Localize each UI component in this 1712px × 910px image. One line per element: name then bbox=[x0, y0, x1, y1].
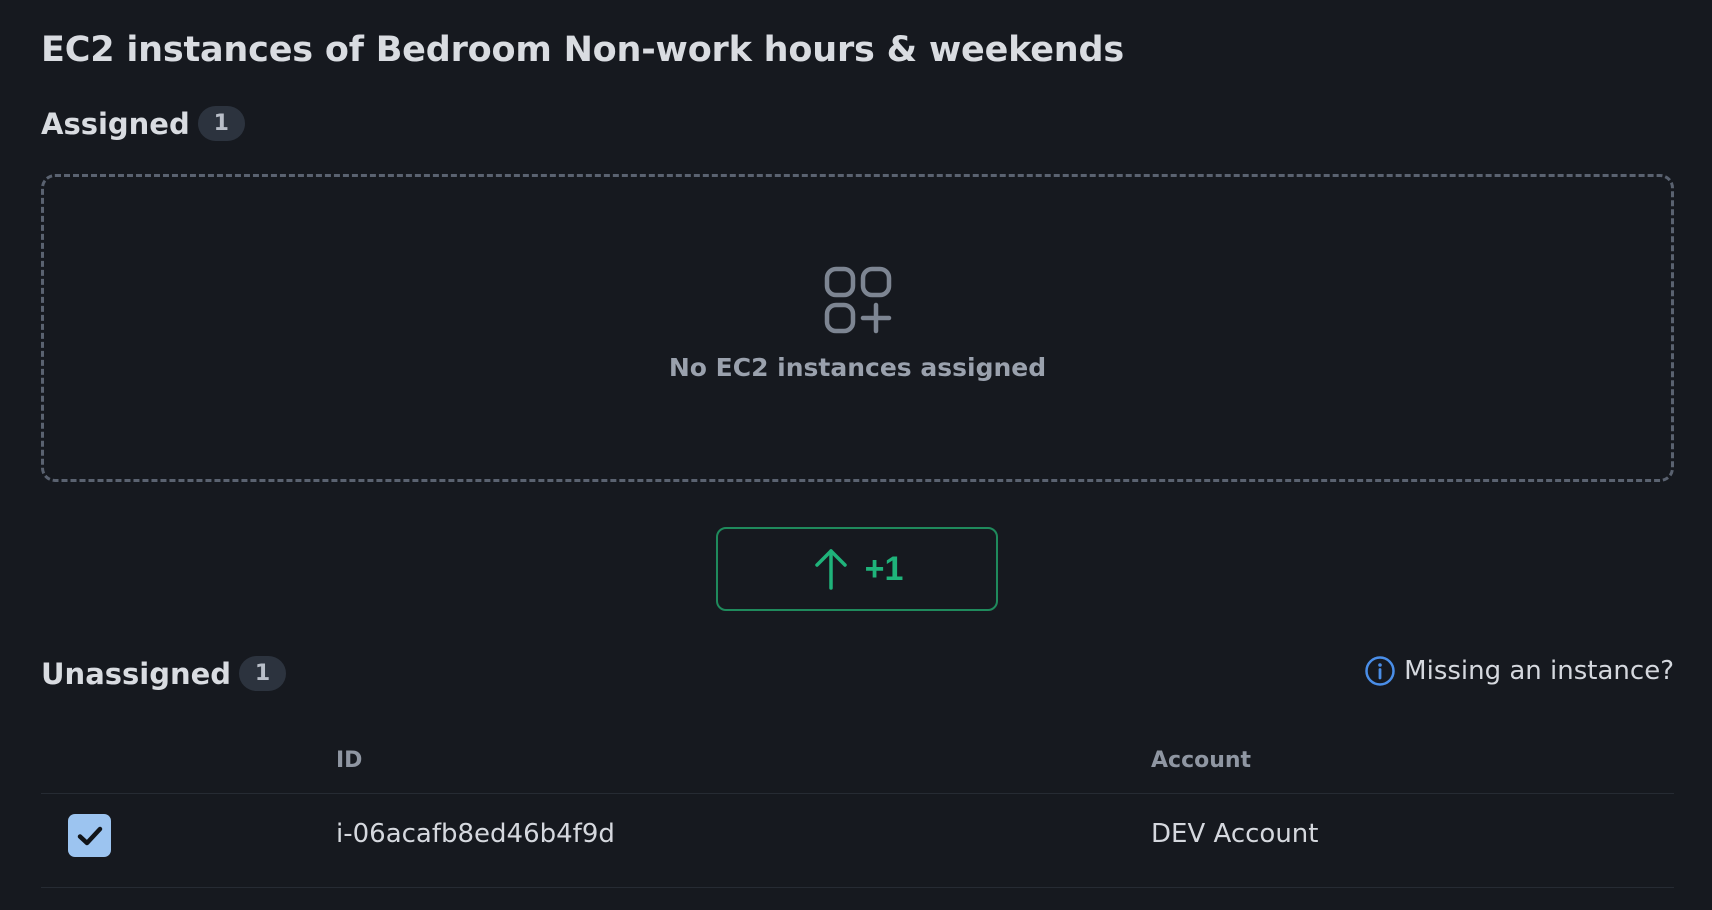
assign-selected-button[interactable]: +1 bbox=[716, 527, 998, 611]
assigned-drop-zone: No EC2 instances assigned bbox=[41, 174, 1674, 482]
page-title: EC2 instances of Bedroom Non-work hours … bbox=[41, 30, 1125, 70]
instance-id-cell: i-06acafb8ed46b4f9d bbox=[336, 819, 615, 849]
checkmark-icon bbox=[77, 826, 102, 845]
row-select-checkbox[interactable] bbox=[68, 814, 111, 857]
apps-add-icon bbox=[824, 266, 891, 333]
assigned-section-header: Assigned 1 bbox=[41, 106, 245, 141]
account-cell: DEV Account bbox=[1151, 819, 1319, 849]
unassigned-count-badge: 1 bbox=[239, 656, 287, 691]
table-row[interactable]: i-06acafb8ed46b4f9d DEV Account bbox=[41, 794, 1674, 888]
unassigned-section-header: Unassigned 1 bbox=[41, 656, 287, 691]
unassigned-table: ID Account i-06acafb8ed46b4f9d DEV Accou… bbox=[41, 728, 1674, 888]
empty-state-text: No EC2 instances assigned bbox=[668, 352, 1047, 382]
missing-instance-link[interactable]: Missing an instance? bbox=[1364, 655, 1674, 687]
assigned-count-badge: 1 bbox=[197, 106, 245, 141]
assigned-label: Assigned bbox=[41, 106, 190, 141]
info-icon bbox=[1365, 656, 1395, 686]
column-header-account[interactable]: Account bbox=[1151, 748, 1251, 773]
ec2-assignment-page: EC2 instances of Bedroom Non-work hours … bbox=[0, 0, 1712, 910]
missing-instance-text: Missing an instance? bbox=[1404, 656, 1674, 686]
arrow-up-icon bbox=[814, 549, 847, 590]
column-header-id[interactable]: ID bbox=[336, 748, 362, 773]
unassigned-label: Unassigned bbox=[41, 656, 232, 691]
assign-count-label: +1 bbox=[864, 549, 904, 588]
table-header: ID Account bbox=[41, 728, 1674, 794]
